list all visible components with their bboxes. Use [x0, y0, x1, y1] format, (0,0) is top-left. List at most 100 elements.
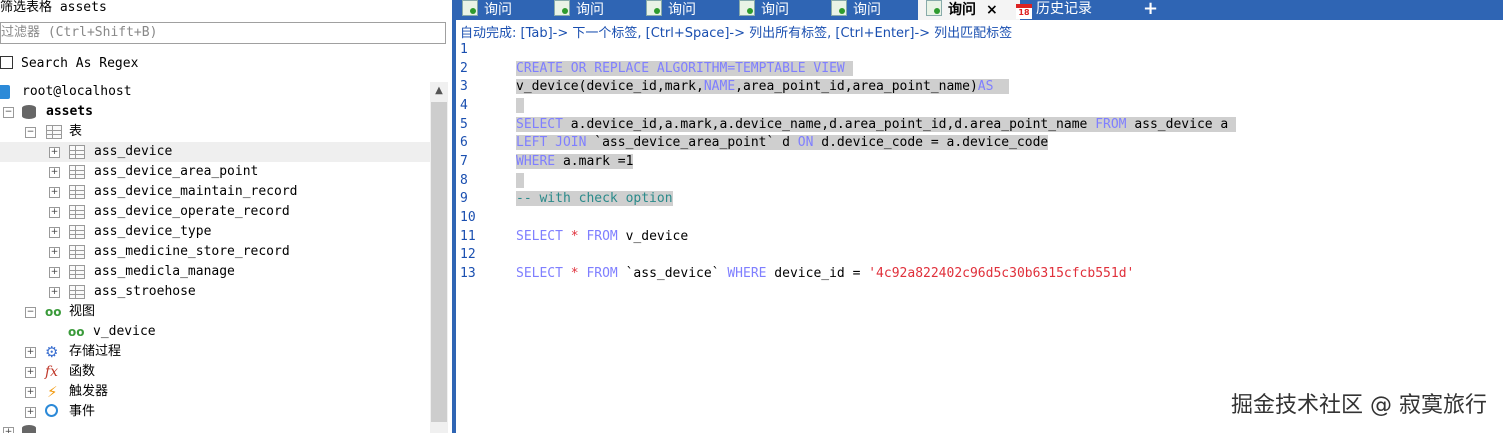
tree-node-views[interactable]: − oo 视图	[0, 302, 430, 322]
triggers-label: 触发器	[69, 384, 109, 399]
view-icon: oo	[68, 325, 85, 339]
expand-icon[interactable]: +	[49, 247, 60, 258]
expand-icon[interactable]: +	[49, 207, 60, 218]
expand-icon[interactable]: +	[49, 287, 60, 298]
table-label: ass_stroehose	[94, 284, 196, 299]
table-row[interactable]: + ass_medicine_store_record	[0, 242, 430, 262]
database-label: assets	[46, 104, 93, 119]
search-as-regex-option[interactable]: Search As Regex	[0, 55, 138, 73]
table-label: ass_device_type	[94, 224, 212, 239]
tab-query-active[interactable]: 询问 ×	[918, 0, 1020, 20]
tables-folder-icon	[46, 125, 62, 139]
table-row[interactable]: + ass_device_operate_record	[0, 202, 430, 222]
tab-label: 询问	[576, 2, 604, 18]
table-icon	[69, 205, 85, 219]
table-label: ass_device_maintain_record	[94, 184, 298, 199]
sql-editor[interactable]: 1 2 3 4 5 6 7 8 9 10 11 12 13 CREATE OR …	[456, 40, 1503, 433]
table-label: ass_device	[94, 144, 173, 159]
table-row[interactable]: + ass_device_area_point	[0, 162, 430, 182]
expand-icon[interactable]: +	[49, 267, 60, 278]
view-row[interactable]: oo v_device	[0, 322, 430, 342]
search-as-regex-checkbox[interactable]	[0, 56, 13, 69]
autocomplete-hint: 自动完成: [Tab]-> 下一个标签, [Ctrl+Space]-> 列出所有…	[460, 26, 1013, 41]
query-icon	[646, 0, 662, 16]
line-number: 11	[460, 229, 476, 244]
tab-history[interactable]: 18 历史记录	[1016, 0, 1116, 20]
tab-label: 询问	[668, 2, 696, 18]
query-icon	[462, 0, 478, 16]
tab-query-3[interactable]: 询问	[646, 0, 726, 20]
expand-icon[interactable]: +	[25, 387, 36, 398]
tree-node-functions[interactable]: + fx 函数	[0, 362, 430, 382]
line-number: 5	[460, 117, 468, 132]
expand-icon[interactable]: +	[49, 147, 60, 158]
line-number: 8	[460, 173, 468, 188]
line-number: 3	[460, 79, 468, 94]
events-label: 事件	[69, 404, 96, 419]
table-row[interactable]: + ass_device	[0, 142, 430, 162]
tab-label: 询问	[484, 2, 512, 18]
query-icon	[831, 0, 847, 16]
tab-label: 询问	[948, 2, 976, 18]
expand-icon[interactable]: +	[49, 167, 60, 178]
tree-node-database[interactable]: − assets	[0, 102, 430, 122]
tab-query-1[interactable]: 询问	[462, 0, 542, 20]
connection-icon	[0, 85, 10, 99]
query-icon	[739, 0, 755, 16]
table-row[interactable]: + ass_stroehose	[0, 282, 430, 302]
table-icon	[69, 225, 85, 239]
query-editor-panel: 询问 询问 询问 询问 询问 询问 × 18 历史记录 + 自动完成: [Tab]-…	[456, 0, 1503, 433]
tree-scrollbar[interactable]: ▲	[430, 82, 448, 433]
close-icon[interactable]: ×	[986, 2, 998, 18]
collapse-icon[interactable]: −	[3, 107, 14, 118]
table-icon	[69, 245, 85, 259]
table-row[interactable]: + ass_device_maintain_record	[0, 182, 430, 202]
calendar-icon: 18	[1016, 4, 1032, 19]
code-line-5: SELECT a.device_id,a.mark,a.device_name,…	[516, 117, 1237, 132]
tab-query-5[interactable]: 询问	[831, 0, 911, 20]
views-label: 视图	[69, 304, 96, 319]
tab-label: 历史记录	[1036, 1, 1092, 17]
code-line-2: CREATE OR REPLACE ALGORITHM=TEMPTABLE VI…	[516, 60, 853, 78]
table-icon	[69, 265, 85, 279]
expand-icon[interactable]: +	[49, 227, 60, 238]
scrollbar-thumb[interactable]	[431, 102, 447, 422]
expand-icon[interactable]: +	[25, 367, 36, 378]
table-row[interactable]: + ass_device_type	[0, 222, 430, 242]
tab-query-4[interactable]: 询问	[739, 0, 819, 20]
tab-query-2[interactable]: 询问	[554, 0, 634, 20]
database-icon	[22, 105, 36, 119]
tab-label: 询问	[853, 2, 881, 18]
tree-node-events[interactable]: + 事件	[0, 402, 430, 422]
tree-node-triggers[interactable]: + ⚡ 触发器	[0, 382, 430, 402]
table-label: ass_device_area_point	[94, 164, 259, 179]
query-icon	[926, 0, 942, 16]
line-number: 2	[460, 61, 468, 76]
expand-icon[interactable]: +	[25, 347, 36, 358]
functions-label: 函数	[69, 364, 96, 379]
line-number: 6	[460, 135, 468, 150]
search-as-regex-label: Search As Regex	[21, 56, 139, 71]
collapse-icon[interactable]: −	[25, 307, 36, 318]
new-tab-button[interactable]: +	[1143, 0, 1163, 20]
code-line-11: SELECT * FROM v_device	[516, 229, 689, 244]
scroll-up-icon[interactable]: ▲	[430, 82, 448, 100]
lightning-icon: ⚡	[47, 383, 58, 401]
filter-input[interactable]: 过滤器 (Ctrl+Shift+B)	[0, 22, 446, 44]
expand-icon[interactable]: +	[25, 407, 36, 418]
collapse-icon[interactable]: −	[25, 127, 36, 138]
view-icon: oo	[45, 305, 62, 319]
code-line-3: v_device(device_id,mark,NAME,area_point_…	[516, 78, 1010, 96]
table-row[interactable]: + ass_medicla_manage	[0, 262, 430, 282]
tree-node-tables[interactable]: − 表	[0, 122, 430, 142]
line-number: 12	[460, 247, 476, 262]
code-line-8	[516, 172, 524, 190]
table-icon	[69, 185, 85, 199]
line-number: 7	[460, 154, 468, 169]
code-line-4	[516, 97, 524, 115]
expand-icon[interactable]: +	[3, 427, 14, 433]
panel-title: 筛选表格 assets	[0, 0, 107, 15]
tree-node-connection[interactable]: root@localhost	[0, 82, 430, 102]
expand-icon[interactable]: +	[49, 187, 60, 198]
tree-node-procedures[interactable]: + ⚙ 存储过程	[0, 342, 430, 362]
